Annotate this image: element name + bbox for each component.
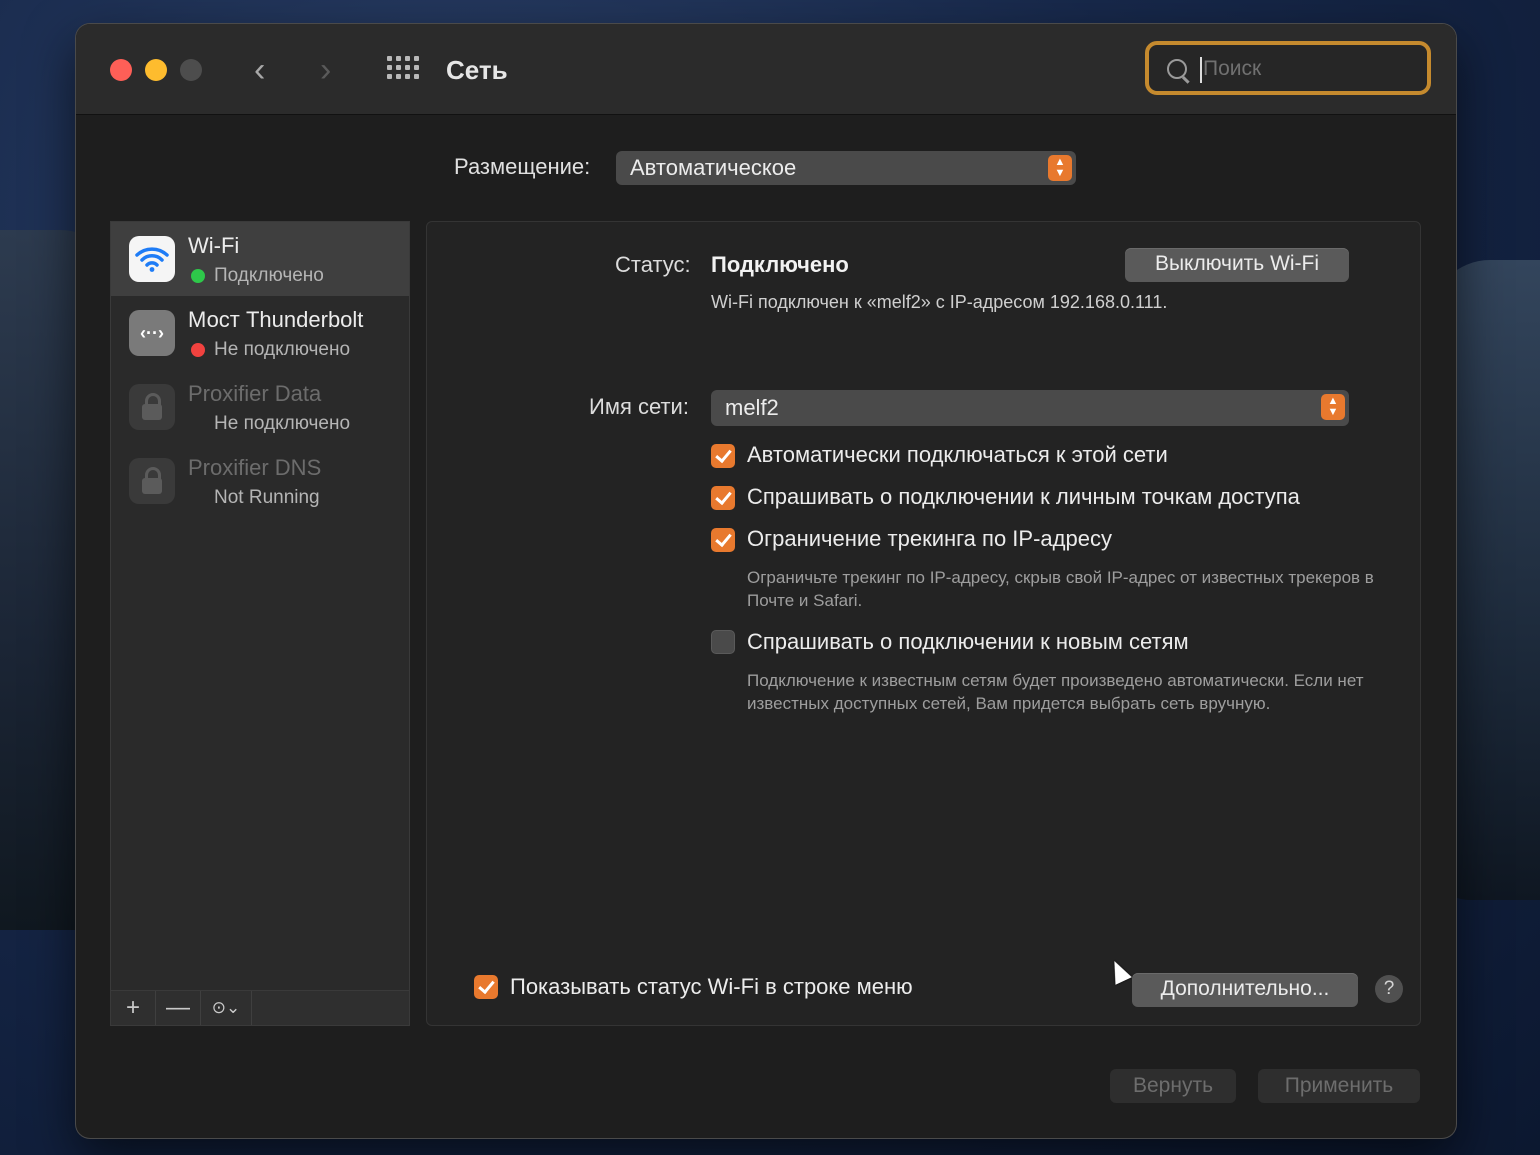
popup-chevrons-icon: ▲ ▼ — [1048, 155, 1072, 181]
service-status: Подключено — [214, 265, 324, 286]
status-value: Подключено — [711, 252, 849, 277]
service-item-thunderbolt-bridge[interactable]: ‹··› Мост Thunderbolt Не подключено — [111, 296, 409, 370]
popup-chevrons-icon: ▲ ▼ — [1321, 394, 1345, 420]
minimize-window-button[interactable] — [145, 59, 167, 81]
add-service-button[interactable]: + — [111, 991, 156, 1025]
search-field[interactable] — [1145, 41, 1431, 95]
limit-ip-tracking-checkbox[interactable] — [711, 528, 735, 552]
thunderbolt-bridge-icon: ‹··› — [129, 310, 175, 356]
auto-join-label: Автоматически подключаться к этой сети — [747, 442, 1168, 467]
auto-join-checkbox[interactable] — [711, 444, 735, 468]
service-item-proxifier-dns[interactable]: Proxifier DNS Not Running — [111, 444, 409, 518]
remove-service-button[interactable]: — — [156, 991, 201, 1025]
search-input[interactable] — [1201, 53, 1425, 85]
service-name: Мост Thunderbolt — [188, 307, 364, 332]
service-item-wifi[interactable]: Wi-Fi Подключено — [111, 222, 409, 296]
service-name: Wi-Fi — [188, 233, 240, 258]
status-dot-disconnected — [191, 343, 205, 357]
forward-arrow-icon[interactable]: › — [320, 50, 331, 90]
ask-new-networks-checkbox[interactable] — [711, 630, 735, 654]
status-label: Статус: — [615, 252, 691, 277]
back-arrow-icon[interactable]: ‹ — [254, 50, 265, 90]
service-status: Not Running — [214, 487, 320, 508]
close-window-button[interactable] — [110, 59, 132, 81]
show-all-grid-icon[interactable] — [387, 56, 419, 82]
service-name: Proxifier DNS — [188, 455, 322, 480]
location-label: Размещение: — [454, 154, 591, 179]
location-select[interactable]: Автоматическое ▲ ▼ — [616, 151, 1076, 185]
service-list-toolbar: + — ⊙⌄ — [110, 990, 410, 1026]
revert-button[interactable]: Вернуть — [1110, 1069, 1236, 1103]
network-name-label: Имя сети: — [589, 394, 689, 419]
ask-new-networks-label: Спрашивать о подключении к новым сетям — [747, 629, 1189, 654]
service-actions-menu-button[interactable]: ⊙⌄ — [201, 991, 252, 1025]
network-name-select[interactable]: melf2 ▲ ▼ — [711, 390, 1349, 426]
limit-ip-tracking-hint: Ограничьте трекинг по IP-адресу, скрыв с… — [747, 568, 1374, 610]
location-value: Автоматическое — [630, 155, 797, 180]
service-status: Не подключено — [214, 413, 351, 434]
status-dot-connected — [191, 269, 205, 283]
search-icon — [1167, 59, 1187, 79]
wifi-settings-panel: Статус: Подключено Выключить Wi-Fi Wi-Fi… — [426, 221, 1421, 1026]
titlebar: ‹ › Сеть — [76, 24, 1456, 115]
ask-new-networks-hint: Подключение к известным сетям будет прои… — [747, 671, 1364, 713]
network-name-value: melf2 — [725, 395, 779, 420]
ask-hotspots-checkbox[interactable] — [711, 486, 735, 510]
ask-hotspots-label: Спрашивать о подключении к личным точкам… — [747, 484, 1300, 509]
help-button[interactable]: ? — [1375, 975, 1403, 1003]
service-item-proxifier-data[interactable]: Proxifier Data Не подключено — [111, 370, 409, 444]
advanced-button[interactable]: Дополнительно... — [1132, 973, 1358, 1007]
wifi-icon — [129, 236, 175, 282]
window-title: Сеть — [446, 55, 508, 85]
service-name: Proxifier Data — [188, 381, 322, 406]
service-status: Не подключено — [214, 339, 351, 360]
status-description: Wi-Fi подключен к «melf2» с IP-адресом 1… — [711, 292, 1168, 312]
show-wifi-status-checkbox[interactable] — [474, 975, 498, 999]
show-wifi-status-label: Показывать статус Wi-Fi в строке меню — [510, 974, 913, 999]
turn-wifi-off-button[interactable]: Выключить Wi-Fi — [1125, 248, 1349, 282]
lock-icon — [129, 458, 175, 504]
network-preferences-window: ‹ › Сеть Размещение: Автоматическое ▲▼ — [76, 24, 1456, 1138]
service-list: Wi-Fi Подключено ‹··› Мост Thunderbolt Н… — [110, 221, 410, 993]
apply-button[interactable]: Применить — [1258, 1069, 1420, 1103]
zoom-window-button[interactable] — [180, 59, 202, 81]
lock-icon — [129, 384, 175, 430]
limit-ip-tracking-label: Ограничение трекинга по IP-адресу — [747, 526, 1112, 551]
